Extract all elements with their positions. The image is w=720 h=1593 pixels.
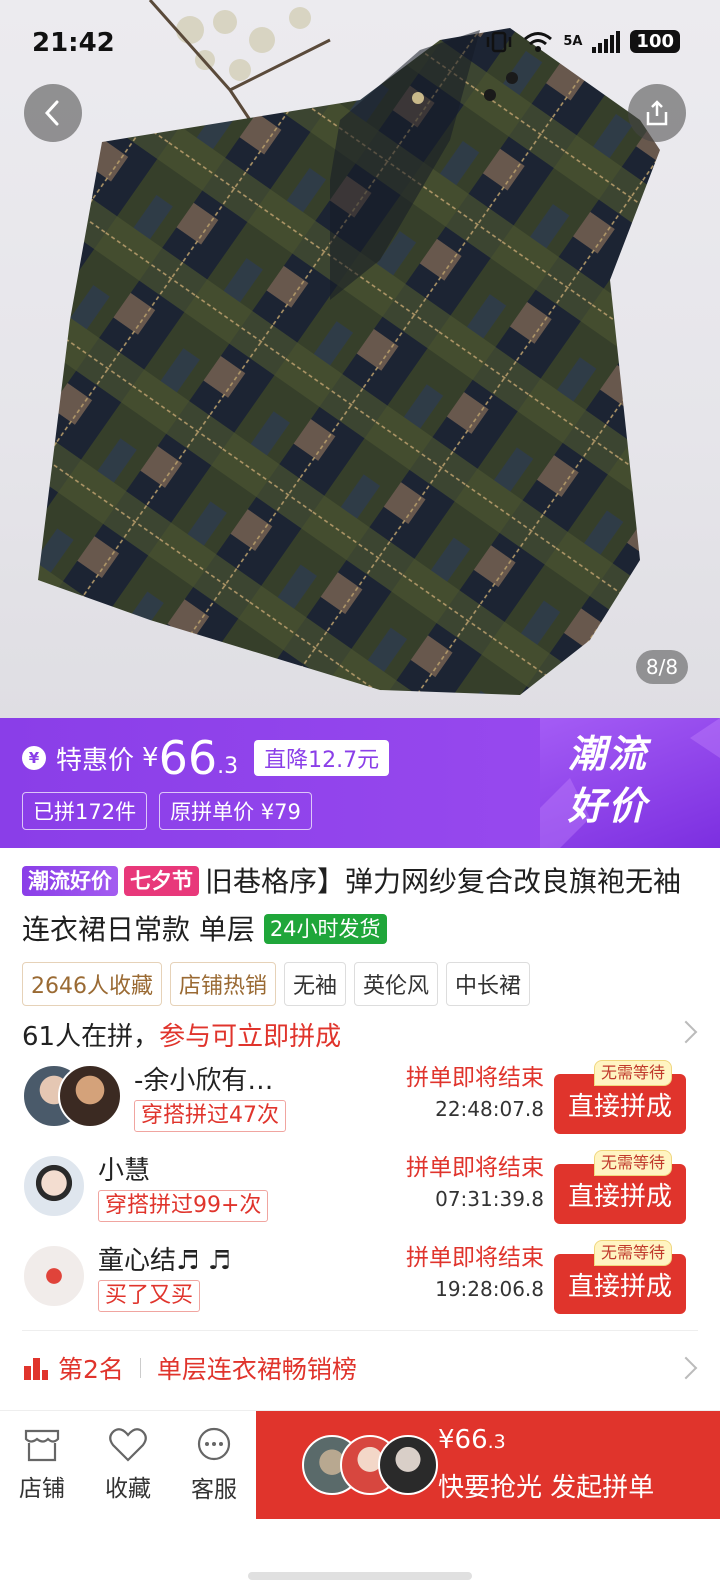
group-cta: 参与可立即拼成 — [159, 1022, 342, 1052]
product-title: 潮流好价 七夕节 旧巷格序】弹力网纱复合改良旗袍无袖连衣裙日常款 单层 24小时发货 — [22, 858, 702, 954]
slogan-line-2: 好价 — [568, 784, 649, 828]
countdown-label: 拼单即将结束 — [406, 1155, 544, 1181]
network-type: 5A — [563, 34, 583, 49]
tag-trend: 潮流好价 — [22, 866, 118, 896]
chat-icon — [197, 1427, 231, 1461]
attr-length: 中长裙 — [446, 962, 531, 1006]
group-countdown: 拼单即将结束 07:31:39.8 — [394, 1152, 544, 1214]
battery-level: 100 — [630, 30, 680, 53]
group-badge: 买了又买 — [98, 1280, 201, 1312]
share-button[interactable] — [628, 84, 686, 142]
group-badge: 穿搭拼过47次 — [134, 1100, 286, 1132]
promo-slogan: 潮流 好价 — [568, 728, 648, 832]
promo-price-area: ¥ 特惠价 ¥ 66 .3 直降12.7元 已拼172件 原拼单价 ¥79 — [22, 730, 390, 830]
group-row: 小慧 穿搭拼过99+次 拼单即将结束 07:31:39.8 直接拼成 无需等待 — [22, 1150, 698, 1232]
favorite-label: 收藏 — [105, 1476, 151, 1502]
attr-style: 英伦风 — [354, 962, 439, 1006]
favorite-button[interactable]: 收藏 — [88, 1411, 168, 1519]
product-photo — [38, 0, 660, 695]
countdown-label: 拼单即将结束 — [406, 1065, 544, 1091]
promo-slogan-panel: 潮流 好价 — [540, 718, 720, 848]
countdown-label: 拼单即将结束 — [406, 1245, 544, 1271]
signal-icon — [592, 30, 621, 53]
price-drop-badge: 直降12.7元 — [254, 740, 390, 776]
divider — [22, 1330, 698, 1331]
tag-shipping: 24小时发货 — [263, 914, 387, 944]
back-button[interactable] — [24, 84, 82, 142]
wifi-icon — [524, 31, 553, 52]
countdown-timer: 07:31:39.8 — [435, 1187, 544, 1211]
status-time: 21:42 — [32, 28, 115, 58]
promo-chips: 已拼172件 原拼单价 ¥79 — [22, 792, 389, 830]
home-indicator[interactable] — [248, 1572, 472, 1580]
original-price-chip: 原拼单价 ¥79 — [159, 792, 312, 830]
price-label: 特惠价 — [56, 745, 135, 776]
buy-price-decimal: .3 — [487, 1431, 506, 1453]
countdown-timer: 19:28:06.8 — [435, 1277, 544, 1301]
customer-service-button[interactable]: 客服 — [174, 1411, 254, 1519]
rank-list-name: 单层连衣裙畅销榜 — [156, 1355, 357, 1384]
rank-position: 第2名 — [58, 1355, 124, 1384]
product-detail-page: 21:42 5A 100 8/8 ¥ 特惠价 ¥ 66 .3 直降12.7元 已… — [0, 0, 720, 1593]
group-badge: 穿搭拼过99+次 — [98, 1190, 269, 1222]
slogan-line-1: 潮流 — [568, 732, 649, 776]
rank-separator — [139, 1358, 141, 1378]
tag-festival: 七夕节 — [124, 866, 199, 896]
price-row: ¥ 特惠价 ¥ 66 .3 直降12.7元 — [22, 730, 390, 786]
start-group-buy-button[interactable]: ¥66.3 快要抢光 发起拼单 — [256, 1411, 720, 1519]
status-icons: 5A 100 — [485, 30, 680, 53]
promo-price-bar: ¥ 特惠价 ¥ 66 .3 直降12.7元 已拼172件 原拼单价 ¥79 潮流… — [0, 718, 720, 848]
avatar — [22, 1244, 86, 1308]
group-count: 61人在拼， — [22, 1022, 160, 1052]
group-row: 童心结♬ ♬ 买了又买 拼单即将结束 19:28:06.8 直接拼成 无需等待 — [22, 1240, 698, 1322]
store-label: 店铺 — [19, 1476, 65, 1502]
price-decimal: .3 — [217, 753, 239, 779]
product-image-gallery[interactable]: 21:42 5A 100 8/8 — [0, 0, 720, 718]
product-attributes: 2646人收藏 店铺热销 无袖 英伦风 中长裙 — [22, 962, 531, 1006]
group-countdown: 拼单即将结束 22:48:07.8 — [394, 1062, 544, 1124]
currency-symbol: ¥ — [142, 743, 159, 773]
bottom-action-bar: 店铺 收藏 客服 ¥66.3 快要抢光 发起拼单 — [0, 1410, 720, 1530]
attr-hot-sale: 店铺热销 — [170, 962, 277, 1006]
store-button[interactable]: 店铺 — [2, 1411, 82, 1519]
avatar — [58, 1064, 122, 1128]
back-arrow-icon — [44, 100, 59, 126]
no-wait-badge: 无需等待 — [594, 1240, 673, 1266]
group-countdown: 拼单即将结束 19:28:06.8 — [394, 1242, 544, 1304]
group-leader-name: 小慧 — [98, 1156, 151, 1186]
buy-price-integer: 66 — [454, 1425, 488, 1455]
vibrate-icon — [487, 31, 512, 52]
sold-count-chip: 已拼172件 — [22, 792, 148, 830]
avatar — [378, 1435, 438, 1495]
group-leader-name: 童心结♬ ♬ — [98, 1246, 231, 1276]
group-leader-name: -余小欣有… — [134, 1066, 274, 1096]
group-buy-header[interactable]: 61人在拼，参与可立即拼成 — [22, 1016, 698, 1056]
chevron-right-icon — [674, 1020, 698, 1044]
store-icon — [24, 1429, 60, 1462]
countdown-timer: 22:48:07.8 — [435, 1097, 544, 1121]
image-page-indicator: 8/8 — [636, 650, 688, 684]
buy-label: 快要抢光 发起拼单 — [438, 1473, 655, 1503]
buy-price: ¥66.3 — [438, 1425, 506, 1455]
no-wait-badge: 无需等待 — [594, 1150, 673, 1176]
avatar — [22, 1154, 86, 1218]
heart-icon — [109, 1428, 147, 1462]
share-icon — [646, 100, 668, 126]
attr-favorites: 2646人收藏 — [22, 962, 162, 1006]
no-wait-badge: 无需等待 — [594, 1060, 673, 1086]
ranking-bars-icon — [24, 1358, 48, 1380]
service-label: 客服 — [191, 1477, 237, 1503]
status-bar: 21:42 5A 100 — [0, 0, 720, 90]
ranking-row[interactable]: 第2名 单层连衣裙畅销榜 — [22, 1344, 698, 1392]
price-integer: 66 — [158, 731, 218, 785]
attr-sleeveless: 无袖 — [284, 962, 347, 1006]
chevron-right-icon — [674, 1356, 698, 1380]
price-tag-icon: ¥ — [22, 746, 46, 770]
group-row: -余小欣有… 穿搭拼过47次 拼单即将结束 22:48:07.8 直接拼成 无需… — [22, 1060, 698, 1142]
buy-currency: ¥ — [438, 1425, 455, 1455]
